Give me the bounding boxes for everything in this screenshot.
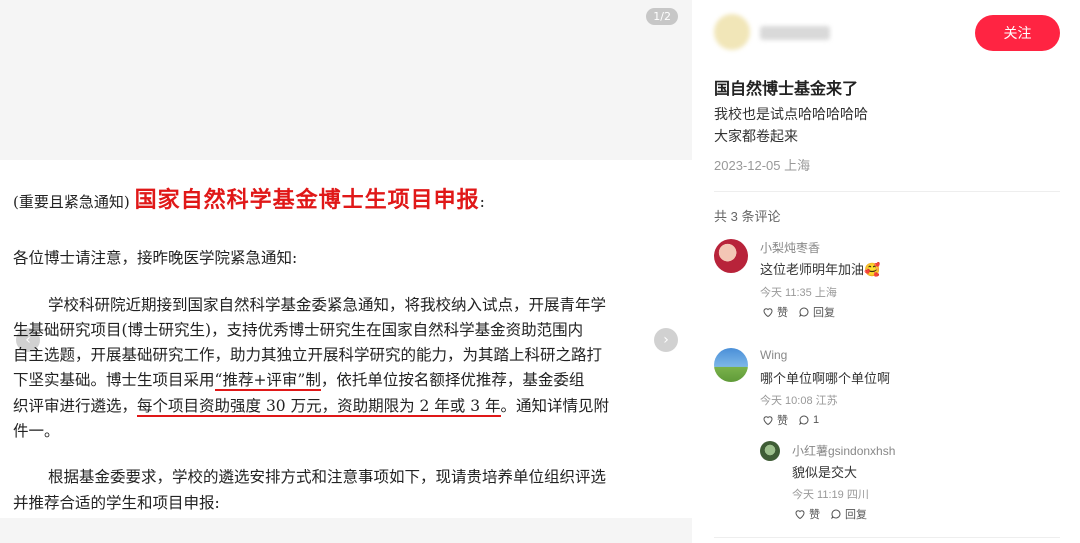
doc-highlight-recommend: “推荐+评审”制 bbox=[214, 371, 321, 391]
reply-button[interactable]: 回复 bbox=[798, 304, 835, 320]
doc-title-line: (重要且紧急通知) 国家自然科学基金博士生项目申报: bbox=[13, 182, 485, 214]
like-label: 赞 bbox=[809, 509, 820, 521]
reply-label: 回复 bbox=[845, 509, 867, 521]
like-label: 赞 bbox=[777, 415, 788, 427]
post-title: 国自然博士基金来了 bbox=[714, 81, 859, 98]
comment-actions: 赞 回复 bbox=[762, 304, 835, 320]
comment-bubble-icon bbox=[799, 307, 809, 318]
like-label: 赞 bbox=[777, 307, 788, 319]
author-name-blurred[interactable] bbox=[760, 26, 830, 40]
comments-bottom-divider bbox=[714, 537, 1060, 538]
comment-actions: 赞 1 bbox=[762, 412, 819, 428]
doc-p2-line2: 并推荐合适的学生和项目申报: bbox=[13, 494, 220, 512]
comment-meta: 今天 11:35 上海 bbox=[760, 287, 837, 299]
post-date-location: 2023-12-05 上海 bbox=[714, 158, 811, 173]
post-body-line1: 我校也是试点哈哈哈哈哈 bbox=[714, 106, 868, 122]
comment-text: 哪个单位啊哪个单位啊 bbox=[760, 371, 891, 386]
comment-avatar[interactable] bbox=[714, 239, 748, 273]
comment-bubble-icon bbox=[831, 509, 841, 520]
doc-p1-line4-c: ，依托单位按名额择优推荐，基金委组 bbox=[320, 371, 585, 389]
page-counter: 1/2 bbox=[646, 8, 678, 25]
doc-p1-line4: 下坚实基础。博士生项目采用“推荐+评审”制，依托单位按名额择优推荐，基金委组 bbox=[13, 368, 585, 391]
doc-p1-line1: 学校科研院近期接到国家自然科学基金委紧急通知，将我校纳入试点，开展青年学 bbox=[48, 296, 607, 314]
prev-image-arrow-icon[interactable]: ‹ bbox=[16, 328, 40, 352]
doc-p1-line6: 件一。 bbox=[13, 422, 60, 440]
comment-username[interactable]: 小梨炖枣香 bbox=[760, 239, 820, 256]
heart-icon bbox=[795, 510, 805, 520]
doc-title-suffix: : bbox=[479, 193, 485, 211]
doc-title-prefix: (重要且紧急通知) bbox=[13, 193, 130, 211]
doc-p1-line5-a: 织评审进行遴选， bbox=[13, 397, 138, 415]
like-button[interactable]: 赞 bbox=[794, 506, 820, 522]
comment-count: 共 3 条评论 bbox=[714, 209, 781, 224]
comment-avatar[interactable] bbox=[714, 348, 748, 382]
comment-text: 这位老师明年加油🥰 bbox=[760, 262, 881, 277]
post-divider bbox=[714, 191, 1060, 192]
reply-meta: 今天 11:19 四川 bbox=[792, 489, 869, 501]
doc-p2-line1: 根据基金委要求，学校的遴选安排方式和注意事项如下，现请贵培养单位组织评选 bbox=[48, 468, 607, 486]
doc-greeting: 各位博士请注意，接昨晚医学院紧急通知: bbox=[13, 249, 298, 267]
doc-p1-line3: 自主选题，开展基础研究工作，助力其独立开展科学研究的能力，为其踏上科研之路打 bbox=[13, 346, 603, 364]
reply-button[interactable]: 1 bbox=[798, 412, 819, 428]
doc-p1-line4-a: 下坚实基础。博士生项目采用 bbox=[13, 371, 215, 389]
post-detail-panel: 关注 国自然博士基金来了 我校也是试点哈哈哈哈哈 大家都卷起来 2023-12-… bbox=[692, 0, 1080, 543]
doc-p1-line5: 织评审进行遴选，每个项目资助强度 30 万元，资助期限为 2 年或 3 年。通知… bbox=[13, 394, 610, 417]
comment-meta: 今天 10:08 江苏 bbox=[760, 395, 838, 407]
reply-button[interactable]: 回复 bbox=[830, 506, 867, 522]
next-image-arrow-icon[interactable]: › bbox=[654, 328, 678, 352]
author-avatar[interactable] bbox=[714, 14, 750, 50]
follow-button[interactable]: 关注 bbox=[975, 15, 1060, 51]
heart-icon bbox=[763, 308, 773, 318]
doc-highlight-funding: 每个项目资助强度 30 万元，资助期限为 2 年或 3 年 bbox=[137, 397, 501, 417]
reply-actions: 赞 回复 bbox=[794, 506, 867, 522]
comment-bubble-icon bbox=[799, 415, 809, 426]
reply-text: 貌似是交大 bbox=[792, 465, 858, 480]
reply-avatar[interactable] bbox=[760, 441, 780, 461]
heart-icon bbox=[763, 416, 773, 426]
doc-p1-line5-c: 。通知详情见附 bbox=[500, 397, 610, 415]
comment-username[interactable]: Wing bbox=[760, 348, 787, 362]
reply-count: 1 bbox=[813, 414, 820, 426]
like-button[interactable]: 赞 bbox=[762, 304, 788, 320]
image-viewer[interactable]: 1/2 (重要且紧急通知) 国家自然科学基金博士生项目申报: 各位博士请注意，接… bbox=[0, 0, 692, 543]
reply-label: 回复 bbox=[813, 307, 835, 319]
doc-p1-line2: 生基础研究项目(博士研究生)，支持优秀博士研究生在国家自然科学基金资助范围内 bbox=[13, 321, 584, 339]
like-button[interactable]: 赞 bbox=[762, 412, 788, 428]
post-body-line2: 大家都卷起来 bbox=[714, 128, 798, 144]
document-image: (重要且紧急通知) 国家自然科学基金博士生项目申报: 各位博士请注意，接昨晚医学… bbox=[0, 160, 692, 518]
doc-title-main: 国家自然科学基金博士生项目申报 bbox=[134, 187, 480, 213]
reply-username[interactable]: 小红薯gsindonxhsh bbox=[792, 442, 895, 459]
